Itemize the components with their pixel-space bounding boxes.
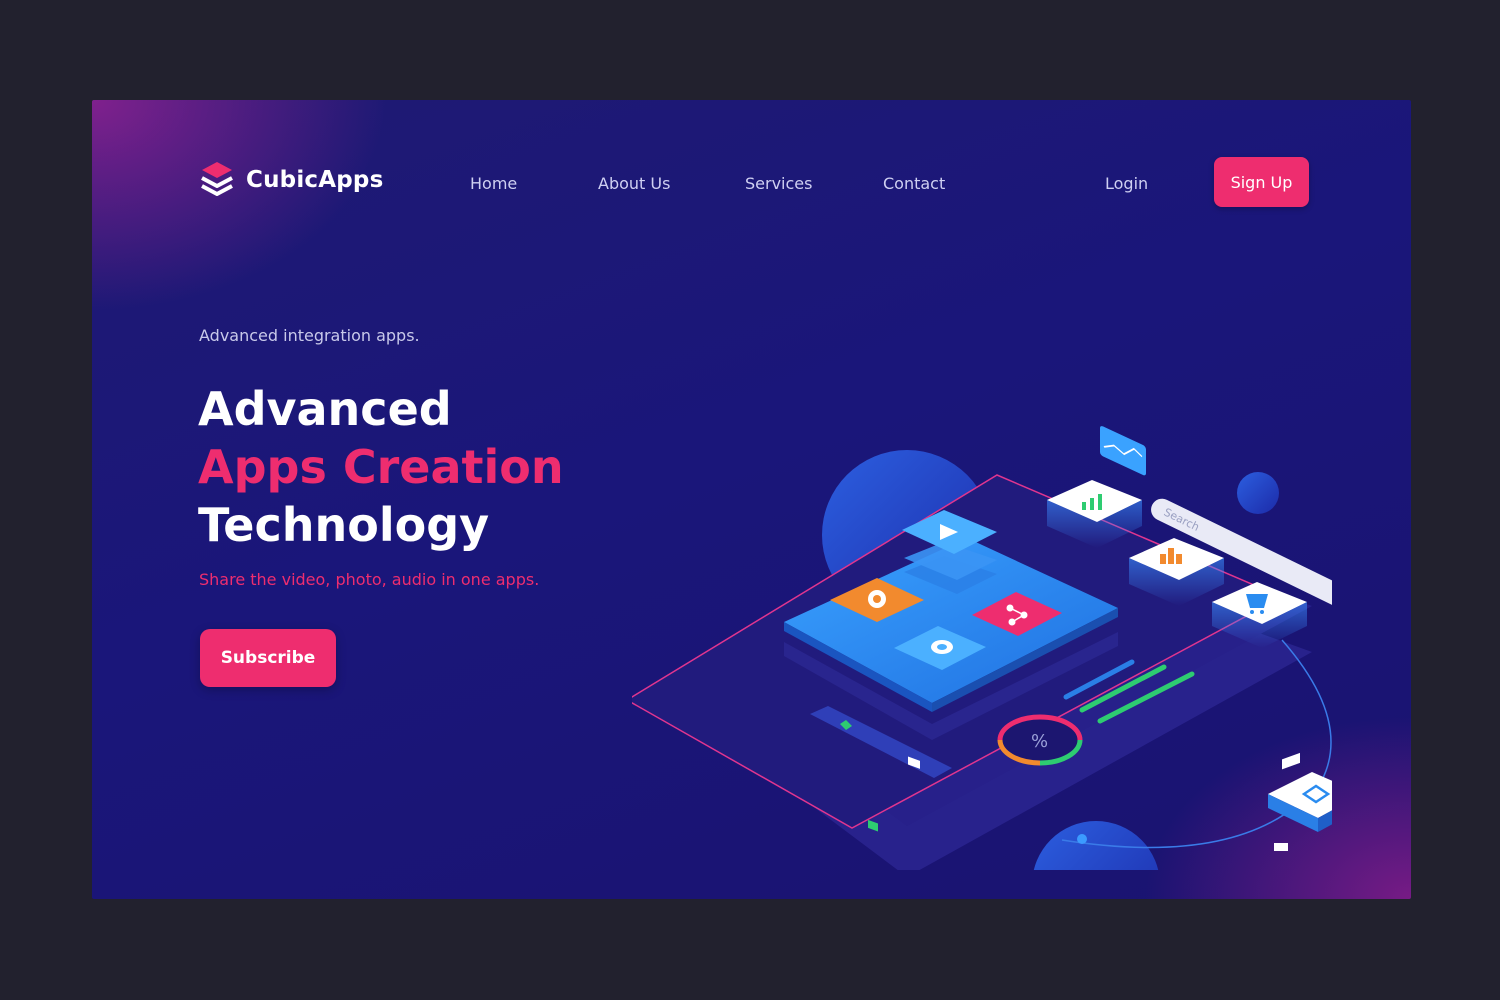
brand-name: CubicApps <box>246 167 384 193</box>
nav-about-us[interactable]: About Us <box>598 174 670 193</box>
headline-line-1: Advanced <box>198 382 452 436</box>
brand-logo[interactable]: CubicApps <box>200 160 383 200</box>
floating-chart-card <box>1100 426 1146 476</box>
cube-navigation <box>1268 772 1332 832</box>
percent-symbol: % <box>1031 731 1048 752</box>
hero-eyebrow: Advanced integration apps. <box>199 326 420 345</box>
nav-home[interactable]: Home <box>470 174 517 193</box>
stacked-layers-icon <box>200 160 234 200</box>
floating-chip-1 <box>1282 752 1300 770</box>
nav-contact[interactable]: Contact <box>883 174 945 193</box>
orbit-dot <box>1077 834 1087 844</box>
donut-gauge: % <box>997 714 1083 766</box>
isometric-illustration: Search % <box>632 426 1332 870</box>
signup-button[interactable]: Sign Up <box>1214 157 1309 207</box>
hero-tagline: Share the video, photo, audio in one app… <box>199 570 540 589</box>
hero-headline: Advanced Apps Creation Technology <box>198 380 564 554</box>
login-link[interactable]: Login <box>1105 174 1148 193</box>
floating-chip-2 <box>1274 843 1288 851</box>
subscribe-button[interactable]: Subscribe <box>200 629 336 687</box>
nav-services[interactable]: Services <box>745 174 812 193</box>
landing-page-frame: CubicApps Home About Us Services Contact… <box>92 100 1411 899</box>
sphere-bottom <box>1033 821 1159 870</box>
headline-line-2: Apps Creation <box>198 440 564 494</box>
sphere-small-top <box>1237 472 1279 514</box>
headline-line-3: Technology <box>198 498 490 552</box>
